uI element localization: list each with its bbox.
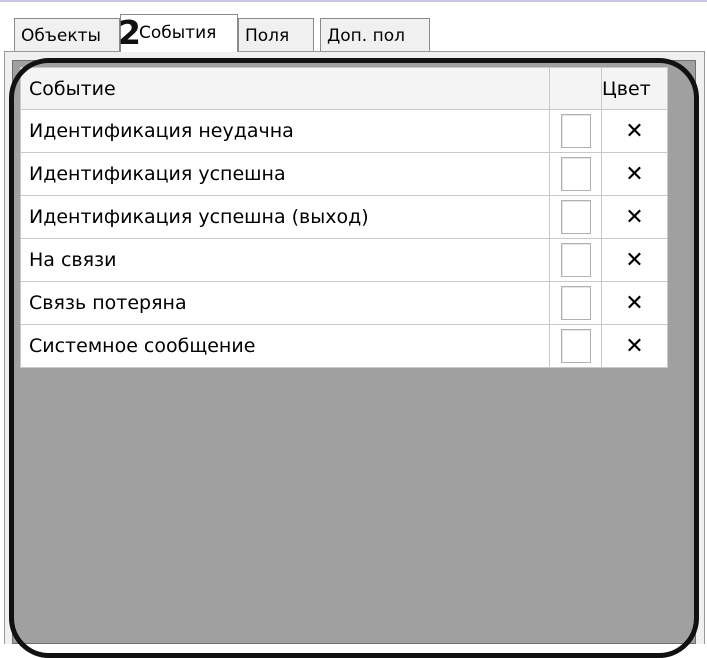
cross-icon: ✕ bbox=[625, 247, 644, 273]
cross-icon: ✕ bbox=[625, 118, 644, 144]
cross-icon: ✕ bbox=[625, 161, 644, 187]
table-row[interactable]: Идентификация успешна ✕ bbox=[20, 152, 668, 196]
color-cell[interactable]: ✕ bbox=[601, 238, 668, 282]
tab-label: Объекты bbox=[21, 26, 101, 46]
annotation-number: 2 bbox=[118, 13, 141, 52]
color-cell[interactable]: ✕ bbox=[601, 195, 668, 239]
top-border bbox=[0, 0, 707, 2]
event-checkbox[interactable] bbox=[560, 286, 591, 320]
event-checkbox[interactable] bbox=[560, 243, 591, 277]
event-name: На связи bbox=[20, 238, 550, 282]
event-checkbox[interactable] bbox=[560, 200, 591, 234]
table-row[interactable]: Системное сообщение ✕ bbox=[20, 324, 668, 368]
event-name: Идентификация успешна bbox=[20, 152, 550, 196]
event-checkbox-cell bbox=[549, 109, 602, 153]
color-cell[interactable]: ✕ bbox=[601, 281, 668, 325]
event-checkbox-cell bbox=[549, 152, 602, 196]
color-cell[interactable]: ✕ bbox=[601, 109, 668, 153]
cross-icon: ✕ bbox=[625, 333, 644, 359]
event-checkbox[interactable] bbox=[560, 329, 591, 363]
column-header-color[interactable]: Цвет bbox=[601, 67, 668, 110]
event-name: Системное сообщение bbox=[20, 324, 550, 368]
tab-objects[interactable]: Объекты bbox=[14, 18, 120, 52]
event-checkbox[interactable] bbox=[560, 157, 591, 191]
tab-extra-fields[interactable]: Доп. пол bbox=[320, 18, 430, 52]
event-name: Идентификация неудачна bbox=[20, 109, 550, 153]
tab-fields[interactable]: Поля bbox=[238, 18, 314, 52]
tab-label: Поля bbox=[245, 26, 290, 46]
event-name: Связь потеряна bbox=[20, 281, 550, 325]
color-cell[interactable]: ✕ bbox=[601, 324, 668, 368]
column-header-event[interactable]: Событие bbox=[20, 67, 550, 110]
cross-icon: ✕ bbox=[625, 204, 644, 230]
column-header-check[interactable] bbox=[549, 67, 602, 110]
table-row[interactable]: Идентификация успешна (выход) ✕ bbox=[20, 195, 668, 239]
table-row[interactable]: Связь потеряна ✕ bbox=[20, 281, 668, 325]
events-table: Событие Цвет Идентификация неудачна ✕ Ид… bbox=[20, 67, 668, 368]
tab-label: Доп. пол bbox=[327, 26, 405, 46]
event-checkbox[interactable] bbox=[560, 114, 591, 148]
tab-label: События bbox=[139, 23, 217, 43]
event-checkbox-cell bbox=[549, 238, 602, 282]
event-checkbox-cell bbox=[549, 324, 602, 368]
color-cell[interactable]: ✕ bbox=[601, 152, 668, 196]
event-checkbox-cell bbox=[549, 195, 602, 239]
table-header-row: Событие Цвет bbox=[20, 67, 668, 110]
cross-icon: ✕ bbox=[625, 290, 644, 316]
table-row[interactable]: Идентификация неудачна ✕ bbox=[20, 109, 668, 153]
event-checkbox-cell bbox=[549, 281, 602, 325]
event-name: Идентификация успешна (выход) bbox=[20, 195, 550, 239]
table-row[interactable]: На связи ✕ bbox=[20, 238, 668, 282]
